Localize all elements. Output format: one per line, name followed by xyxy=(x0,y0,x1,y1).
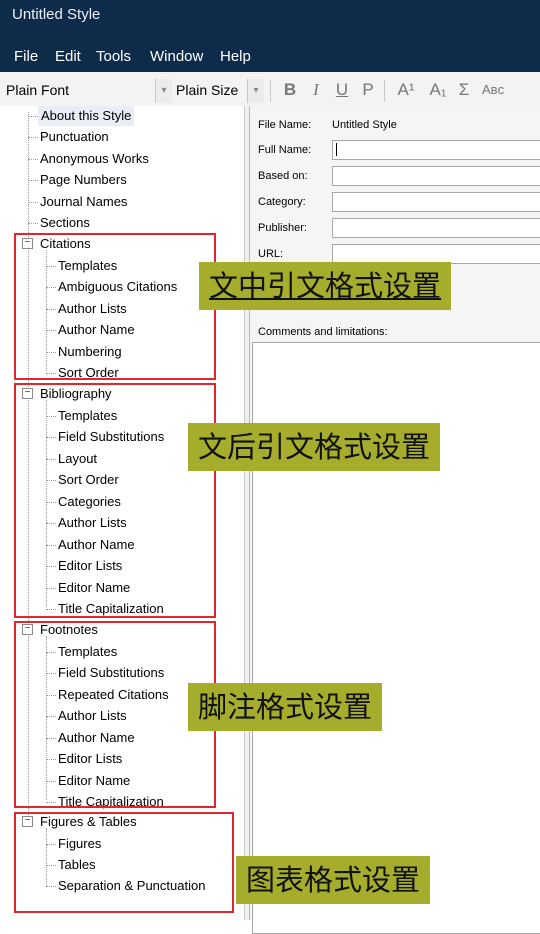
italic-button[interactable]: I xyxy=(306,78,326,102)
subscript-button[interactable]: A₁ xyxy=(424,78,452,102)
citations-annotation-text: 文中引文格式设置 xyxy=(209,269,442,303)
chevron-down-icon: ▾ xyxy=(155,79,172,103)
citations-annotation: 文中引文格式设置 xyxy=(199,262,452,310)
figures-annotation: 图表格式设置 xyxy=(236,856,431,904)
window-title: Untitled Style xyxy=(12,6,101,23)
menu-bar: File Edit Tools Window Help xyxy=(0,44,540,72)
font-select[interactable]: Plain Font ▾ xyxy=(0,79,172,103)
text-cursor xyxy=(336,143,337,156)
bibliography-highlight-box xyxy=(14,383,216,618)
footnotes-highlight-box xyxy=(14,621,216,808)
menu-window[interactable]: Window xyxy=(146,44,207,72)
url-field[interactable] xyxy=(332,244,540,264)
full-name-label: Full Name: xyxy=(258,144,312,156)
menu-edit[interactable]: Edit xyxy=(51,44,85,72)
file-name-label: File Name: xyxy=(258,119,312,131)
title-bar: Untitled Style xyxy=(0,0,540,44)
format-toolbar: Plain Font ▾ Plain Size ▾ B I U P A¹ A₁ … xyxy=(0,72,540,107)
bold-button[interactable]: B xyxy=(280,78,300,102)
symbol-button[interactable]: Σ xyxy=(454,78,474,102)
file-name-value: Untitled Style xyxy=(332,119,397,131)
style-properties-panel: File Name: Untitled Style Full Name: Bas… xyxy=(250,106,540,934)
publisher-field[interactable] xyxy=(332,218,540,238)
font-select-value: Plain Font xyxy=(6,82,70,98)
toolbar-separator xyxy=(270,80,271,102)
size-select-value: Plain Size xyxy=(176,82,239,98)
menu-help[interactable]: Help xyxy=(216,44,255,72)
category-field[interactable] xyxy=(332,192,540,212)
category-label: Category: xyxy=(258,196,306,208)
citations-highlight-box xyxy=(14,233,216,380)
based-on-label: Based on: xyxy=(258,170,308,182)
underline-button[interactable]: U xyxy=(332,78,352,102)
figures-highlight-box xyxy=(14,812,234,913)
plain-button[interactable]: P xyxy=(358,78,378,102)
comments-label: Comments and limitations: xyxy=(258,326,388,338)
chevron-down-icon: ▾ xyxy=(247,79,264,103)
menu-file[interactable]: File xyxy=(10,44,42,72)
size-select[interactable]: Plain Size ▾ xyxy=(172,79,264,103)
bibliography-annotation: 文后引文格式设置 xyxy=(188,423,441,471)
based-on-field[interactable] xyxy=(332,166,540,186)
full-name-field[interactable] xyxy=(332,140,540,160)
footnotes-annotation: 脚注格式设置 xyxy=(188,683,383,731)
menu-tools[interactable]: Tools xyxy=(92,44,135,72)
toolbar-separator xyxy=(384,80,385,102)
url-label: URL: xyxy=(258,248,284,260)
publisher-label: Publisher: xyxy=(258,222,307,234)
superscript-button[interactable]: A¹ xyxy=(392,78,420,102)
small-caps-button[interactable]: Aʙᴄ xyxy=(482,78,538,102)
